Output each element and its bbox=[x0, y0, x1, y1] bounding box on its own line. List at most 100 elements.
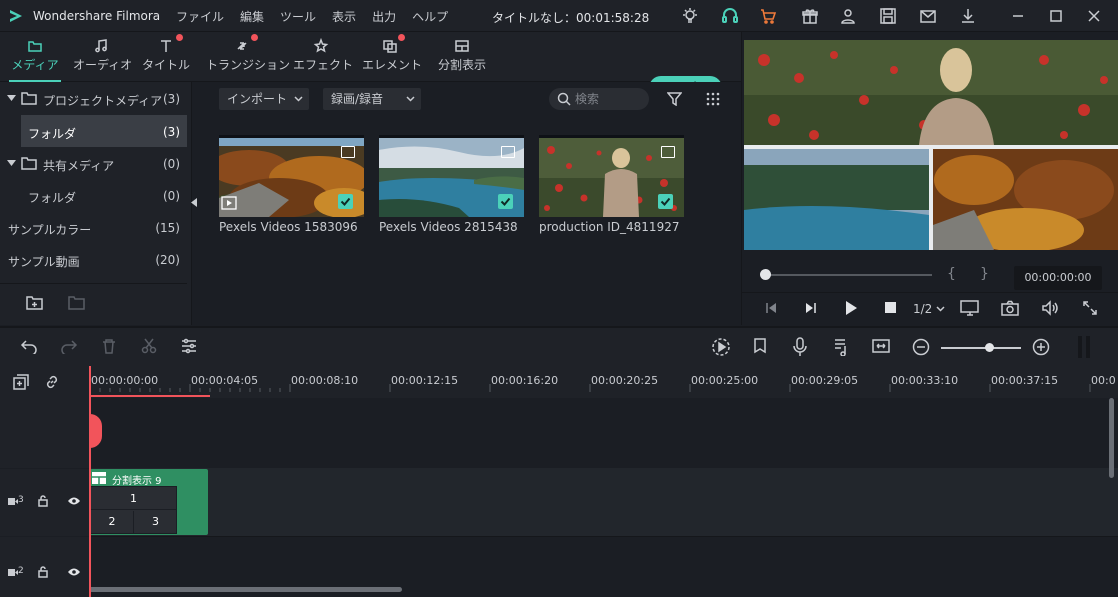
sidebar-item-count: (15) bbox=[155, 221, 180, 235]
play-frame-icon[interactable] bbox=[804, 301, 818, 315]
mark-in-icon[interactable]: { bbox=[947, 266, 956, 282]
folder-icon bbox=[21, 157, 37, 170]
menu-file[interactable]: ファイル bbox=[176, 8, 224, 25]
mark-out-icon[interactable]: } bbox=[980, 266, 989, 282]
ruler-tick-label: 00:00:29:05 bbox=[791, 374, 859, 387]
playhead-marker-icon[interactable] bbox=[90, 414, 102, 448]
tab-split-label: 分割表示 bbox=[437, 58, 486, 72]
remove-folder-icon[interactable] bbox=[68, 295, 85, 310]
add-track-icon[interactable] bbox=[13, 374, 29, 390]
sidebar-item-folder[interactable]: フォルダ (3) bbox=[21, 115, 187, 147]
menu-export[interactable]: 出力 bbox=[372, 8, 396, 25]
zoom-in-icon[interactable] bbox=[1032, 338, 1050, 356]
tab-split-screen[interactable]: 分割表示 bbox=[432, 32, 492, 82]
cut-icon[interactable] bbox=[141, 338, 157, 354]
menu-help[interactable]: ヘルプ bbox=[412, 8, 448, 25]
chevron-down-icon[interactable] bbox=[936, 306, 945, 312]
delete-icon[interactable] bbox=[101, 338, 117, 354]
tab-transition[interactable]: トランジション bbox=[206, 32, 290, 82]
adjust-icon[interactable] bbox=[181, 338, 197, 354]
prev-frame-icon[interactable] bbox=[764, 301, 778, 315]
gift-icon[interactable] bbox=[800, 6, 820, 26]
menu-edit[interactable]: 編集 bbox=[240, 8, 264, 25]
vertical-scrollbar[interactable] bbox=[1109, 398, 1114, 478]
zoom-slider-handle[interactable] bbox=[985, 343, 994, 352]
sidebar-item-sample-colors[interactable]: サンプルカラー (15) bbox=[0, 211, 187, 243]
tab-element[interactable]: エレメント bbox=[362, 32, 422, 82]
pause-bar-right[interactable] bbox=[1086, 336, 1090, 358]
sidebar-item-shared-media[interactable]: 共有メディア (0) bbox=[0, 147, 187, 179]
check-icon[interactable] bbox=[498, 194, 513, 209]
display-icon[interactable] bbox=[960, 300, 980, 316]
render-preview-icon[interactable] bbox=[711, 337, 731, 357]
clip-range-indicator bbox=[90, 395, 210, 397]
preview-progress-track[interactable] bbox=[766, 274, 932, 276]
playhead[interactable] bbox=[89, 366, 91, 597]
check-icon[interactable] bbox=[658, 194, 673, 209]
chevron-down-icon[interactable] bbox=[7, 159, 16, 167]
tab-title[interactable]: タイトル bbox=[141, 32, 191, 82]
maximize-icon[interactable] bbox=[1046, 6, 1066, 26]
mail-icon[interactable] bbox=[918, 6, 938, 26]
track-lane-3[interactable] bbox=[89, 468, 1118, 536]
import-dropdown[interactable]: インポート bbox=[219, 88, 309, 110]
minimize-icon[interactable] bbox=[1008, 6, 1028, 26]
collapse-sidebar-icon[interactable] bbox=[190, 198, 197, 207]
microphone-icon[interactable] bbox=[793, 337, 807, 357]
eye-icon[interactable] bbox=[67, 567, 81, 577]
filter-icon[interactable] bbox=[667, 92, 682, 106]
close-icon[interactable] bbox=[1084, 6, 1104, 26]
pause-bar-left[interactable] bbox=[1078, 336, 1082, 358]
undo-icon[interactable] bbox=[20, 338, 38, 354]
check-icon[interactable] bbox=[338, 194, 353, 209]
tab-audio-label: オーディオ bbox=[73, 58, 133, 72]
zoom-slider[interactable] bbox=[941, 347, 1021, 349]
audio-mixer-icon[interactable] bbox=[833, 338, 849, 356]
split-screen-clip[interactable]: 分割表示 9 1 2 3 bbox=[90, 469, 208, 535]
media-name-1: Pexels Videos 1583096 bbox=[219, 220, 358, 234]
quality-select[interactable]: 1/2 bbox=[913, 302, 932, 316]
tab-effect[interactable]: エフェクト bbox=[293, 32, 353, 82]
new-folder-icon[interactable] bbox=[26, 295, 43, 310]
tab-media[interactable]: メディア bbox=[9, 32, 61, 82]
lock-icon[interactable] bbox=[38, 495, 48, 507]
sidebar-item-sample-videos[interactable]: サンプル動画 (20) bbox=[0, 243, 187, 275]
title-badge bbox=[176, 34, 183, 41]
fit-timeline-icon[interactable] bbox=[872, 338, 890, 354]
menu-view[interactable]: 表示 bbox=[332, 8, 356, 25]
cart-icon[interactable] bbox=[758, 6, 778, 26]
redo-icon[interactable] bbox=[60, 338, 78, 354]
volume-icon[interactable] bbox=[1041, 300, 1059, 316]
bulb-icon[interactable] bbox=[680, 6, 700, 26]
media-panel: インポート 録画/録音 検索 Pexels Videos 1583096 Pex… bbox=[203, 82, 741, 325]
marker-icon[interactable] bbox=[753, 338, 767, 356]
stop-icon[interactable] bbox=[885, 302, 897, 314]
tab-audio[interactable]: オーディオ bbox=[73, 32, 133, 82]
sidebar-item-shared-folder[interactable]: フォルダ (0) bbox=[0, 179, 187, 211]
eye-icon[interactable] bbox=[67, 496, 81, 506]
track-number: 2 bbox=[18, 566, 24, 576]
chevron-down-icon[interactable] bbox=[7, 94, 16, 102]
split-preview-grid: 1 2 3 bbox=[90, 486, 177, 534]
camera-icon[interactable] bbox=[1001, 300, 1019, 316]
play-icon[interactable] bbox=[844, 300, 858, 316]
fullscreen-icon[interactable] bbox=[1082, 300, 1098, 316]
clip-title: 分割表示 9 bbox=[112, 476, 162, 487]
save-icon[interactable] bbox=[878, 6, 898, 26]
record-dropdown[interactable]: 録画/録音 bbox=[323, 88, 421, 110]
menu-tools[interactable]: ツール bbox=[280, 8, 316, 25]
project-title: タイトルなし：00:01:58:28 bbox=[492, 11, 650, 25]
search-input[interactable]: 検索 bbox=[549, 88, 649, 110]
transition-badge bbox=[251, 34, 258, 41]
preview-progress-handle[interactable] bbox=[760, 269, 771, 280]
sidebar-item-project-media[interactable]: プロジェクトメディア (3) bbox=[0, 82, 187, 114]
headset-icon[interactable] bbox=[720, 6, 740, 26]
zoom-out-icon[interactable] bbox=[912, 338, 930, 356]
lock-icon[interactable] bbox=[38, 566, 48, 578]
download-icon[interactable] bbox=[958, 6, 978, 26]
grid-view-icon[interactable] bbox=[706, 92, 720, 106]
horizontal-scrollbar[interactable] bbox=[89, 587, 402, 592]
ruler-track[interactable]: 00:00:00:00 00:00:04:05 00:00:08:10 00:0… bbox=[89, 366, 1118, 398]
user-icon[interactable] bbox=[838, 6, 858, 26]
link-icon[interactable] bbox=[44, 374, 60, 390]
